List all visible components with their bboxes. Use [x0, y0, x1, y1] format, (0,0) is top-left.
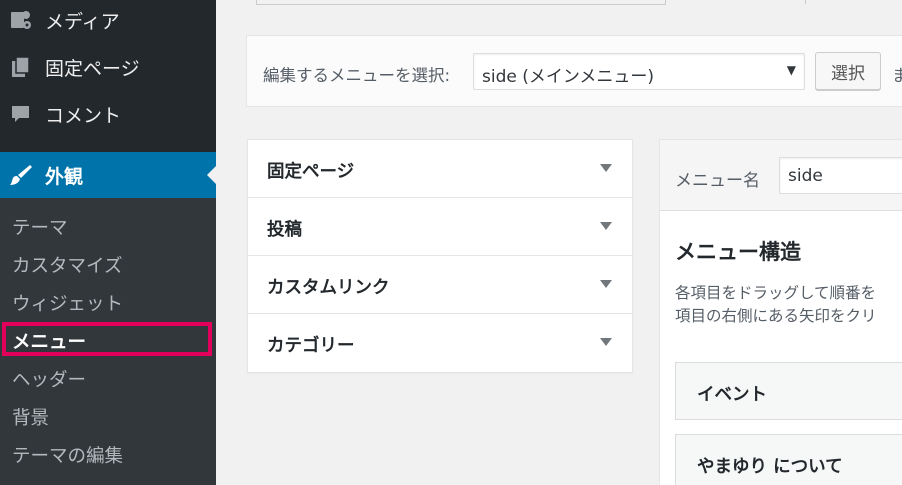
menu-item-title: イベント	[697, 385, 767, 405]
tab-manage-locations[interactable]	[666, 0, 806, 4]
triangle-down-icon	[600, 338, 612, 346]
submenu-themes[interactable]: テーマ	[12, 214, 68, 240]
submenu-background[interactable]: 背景	[12, 404, 49, 430]
menu-media[interactable]: メディア	[0, 0, 216, 40]
highlight-annotation	[2, 322, 212, 356]
menu-select-value: side (メインメニュー)	[482, 67, 654, 87]
menu-comments-label: コメント	[45, 104, 122, 127]
select-menu-bar: 編集するメニューを選択: side (メインメニュー) ▼ 選択 ま	[246, 35, 902, 107]
menu-name-row: メニュー名 side	[660, 140, 902, 211]
select-button[interactable]: 選択	[815, 52, 881, 90]
accordion-title: 固定ページ	[267, 162, 355, 182]
menu-appearance-label: 外観	[45, 165, 84, 188]
admin-sidebar: メディア 固定ページ コメント 外観 テーマ カスタマイズ ウィジェット メニュ…	[0, 0, 216, 485]
menu-appearance[interactable]: 外観	[0, 152, 216, 198]
paintbrush-icon	[9, 163, 33, 187]
menu-pages[interactable]: 固定ページ	[0, 47, 216, 87]
select-menu-label: 編集するメニューを選択:	[263, 66, 451, 85]
current-menu-arrow	[207, 166, 216, 184]
triangle-down-icon	[600, 280, 612, 288]
accordion-posts[interactable]: 投稿	[248, 198, 632, 256]
accordion-title: カスタムリンク	[267, 278, 390, 298]
triangle-down-icon	[600, 164, 612, 172]
dropdown-caret-icon: ▼	[786, 63, 796, 77]
accordion-title: カテゴリー	[267, 336, 355, 356]
menu-pages-label: 固定ページ	[45, 57, 140, 80]
submenu-header[interactable]: ヘッダー	[12, 366, 86, 392]
submenu-widgets[interactable]: ウィジェット	[12, 290, 123, 316]
instruction-text: 各項目をドラッグして順番を	[675, 284, 877, 302]
menu-item-title: やまゆり について	[697, 457, 843, 477]
menu-name-input[interactable]: side	[779, 157, 902, 194]
instruction-text: 項目の右側にある矢印をクリ	[675, 307, 877, 325]
comment-icon	[9, 102, 33, 126]
accordion-custom-links[interactable]: カスタムリンク	[248, 256, 632, 314]
menu-item[interactable]: やまゆり について	[675, 434, 902, 485]
accordion-categories[interactable]: カテゴリー	[248, 314, 632, 372]
menu-comments[interactable]: コメント	[0, 94, 216, 134]
nav-tabs	[246, 0, 902, 6]
menu-structure-title: メニュー構造	[675, 240, 801, 264]
pages-icon	[9, 55, 33, 79]
create-new-text: ま	[892, 66, 902, 85]
accordion-title: 投稿	[267, 220, 302, 240]
menu-media-label: メディア	[45, 10, 120, 33]
menu-name-label: メニュー名	[675, 171, 760, 191]
add-menu-items-panel: 固定ページ 投稿 カスタムリンク カテゴリー	[247, 139, 633, 373]
menu-management-panel: メニュー名 side メニュー構造 各項目をドラッグして順番を 項目の右側にある…	[659, 139, 902, 485]
menu-select[interactable]: side (メインメニュー) ▼	[473, 53, 805, 90]
accordion-pages[interactable]: 固定ページ	[248, 140, 632, 198]
submenu-theme-editor[interactable]: テーマの編集	[12, 442, 123, 468]
media-icon	[9, 8, 33, 32]
triangle-down-icon	[600, 222, 612, 230]
menu-item[interactable]: イベント	[675, 362, 902, 420]
tab-edit-menus[interactable]	[256, 0, 666, 5]
submenu-customize[interactable]: カスタマイズ	[12, 252, 122, 278]
